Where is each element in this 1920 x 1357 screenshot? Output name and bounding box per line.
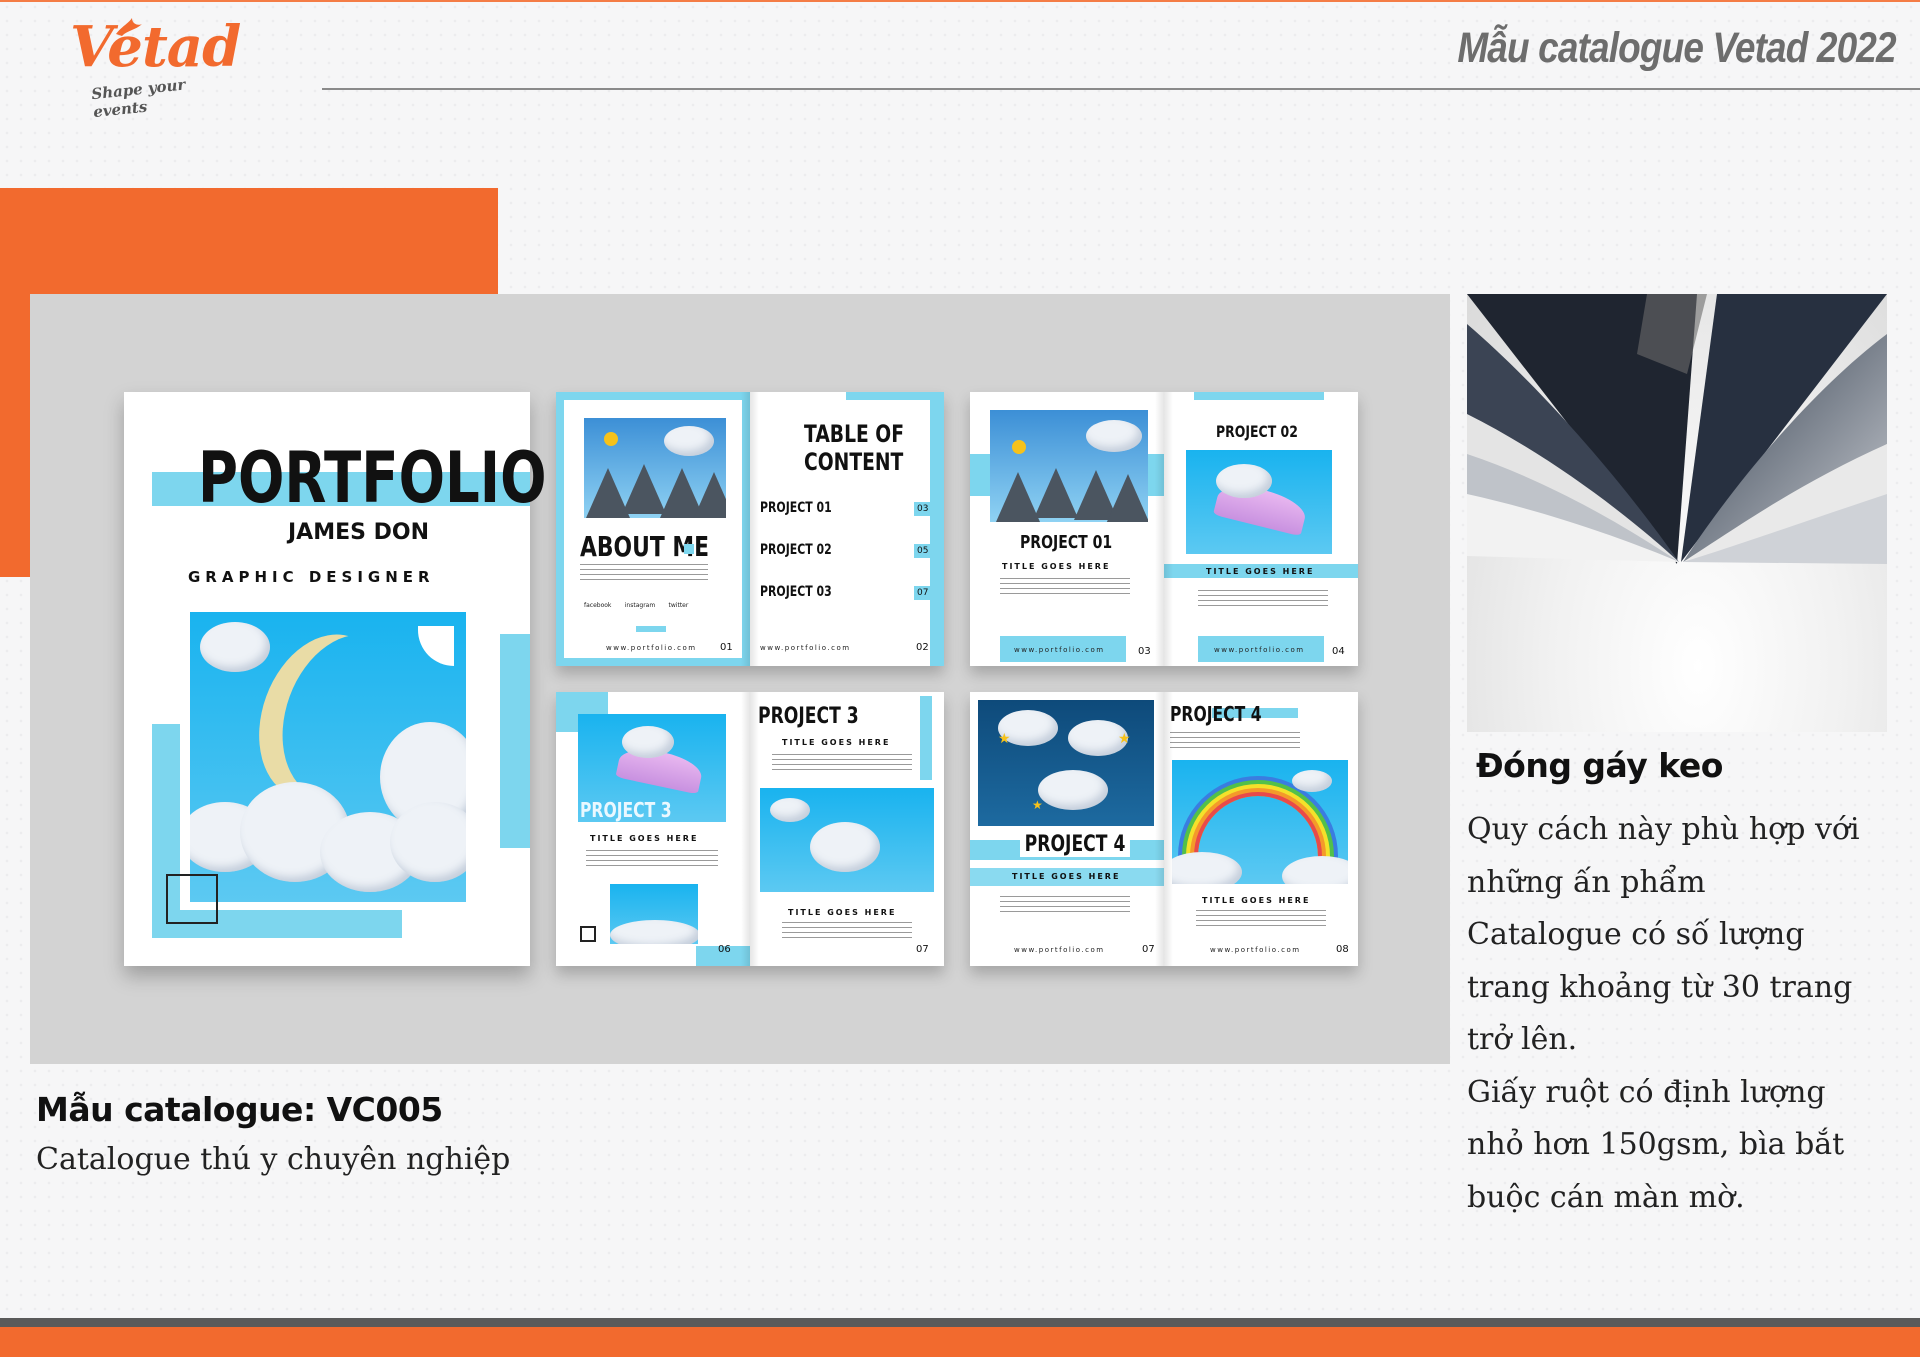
- project01-title: PROJECT 01: [1020, 532, 1113, 553]
- cover-title: PORTFOLIO: [198, 437, 547, 519]
- project3-overlay-title: PROJECT 3: [580, 798, 672, 822]
- page-number: 06: [718, 944, 731, 955]
- glue-binding-photo: [1467, 294, 1887, 732]
- spread2-right-url: www.portfolio.com: [1214, 646, 1305, 654]
- project02-title: PROJECT 02: [1216, 422, 1298, 441]
- project4-left-subtitle-text: TITLE GOES HERE: [1012, 872, 1121, 881]
- toc-item-1: PROJECT 01: [760, 500, 832, 516]
- page-number: 01: [720, 642, 733, 653]
- toc-item-3: PROJECT 03: [760, 584, 832, 600]
- spread4-right-url: www.portfolio.com: [1210, 946, 1301, 954]
- catalogue-title: Mẫu catalogue: VC005: [36, 1090, 443, 1129]
- spread1-left-url: www.portfolio.com: [606, 644, 697, 652]
- header-divider: [322, 88, 1920, 90]
- project3-small-image: [610, 884, 698, 944]
- project02-image: [1186, 450, 1332, 554]
- project01-image: [990, 410, 1148, 522]
- catalogue-subtitle: Catalogue thú y chuyên nghiệp: [36, 1142, 511, 1177]
- top-accent-line: [0, 0, 1920, 2]
- page-number: 08: [1336, 944, 1349, 955]
- square-outline: [580, 926, 596, 942]
- vetad-logo: Vetad Shape your events: [70, 14, 241, 121]
- page-title: Mẫu catalogue Vetad 2022: [1457, 24, 1897, 72]
- cover-moon-image: [190, 612, 466, 902]
- binding-title: Đóng gáy keo: [1476, 746, 1723, 785]
- binding-description: Quy cách này phù hợp với những ấn phẩm C…: [1467, 812, 1860, 1215]
- spread-project-4: ★ ★ ★ PROJECT 4 TITLE GOES HERE TITLE GO…: [970, 692, 1358, 966]
- page-number: 07: [916, 944, 929, 955]
- toc-page-3: 07: [914, 586, 932, 600]
- social-links: facebook instagram twitter: [584, 602, 689, 609]
- cover-square-outline: [166, 874, 218, 924]
- open-book-image: [1467, 294, 1887, 564]
- project01-subtitle: TITLE GOES HERE: [1002, 562, 1111, 571]
- toc-title: TABLE OF CONTENT: [804, 420, 905, 476]
- spread-project-01-02: PROJECT 01 TITLE GOES HERE www.portfolio…: [970, 392, 1358, 666]
- project3-title: PROJECT 3: [758, 704, 859, 729]
- toc-item-2: PROJECT 02: [760, 542, 832, 558]
- cover-name: JAMES DON: [288, 520, 430, 545]
- page-number: 02: [916, 642, 929, 653]
- project4-left-title: PROJECT 4: [1020, 832, 1131, 857]
- cover-cyan-right: [500, 634, 530, 848]
- project3-cloud-image: [760, 788, 934, 892]
- toc-page-2: 05: [914, 544, 932, 558]
- spread-about-toc: ABOUT ME facebook instagram twitter www.…: [556, 392, 944, 666]
- catalogue-cover: PORTFOLIO JAMES DON GRAPHIC DESIGNER: [124, 392, 547, 966]
- toc-page-1: 03: [914, 502, 932, 516]
- project3-right-subtitle-bottom: TITLE GOES HERE: [788, 908, 897, 917]
- page-number: 03: [1138, 646, 1151, 657]
- logo-wordmark: Vetad: [70, 14, 241, 80]
- footer-gray-bar: [0, 1318, 1920, 1327]
- page-number: 04: [1332, 646, 1345, 657]
- about-image: [584, 418, 726, 518]
- project02-subtitle: TITLE GOES HERE: [1206, 567, 1315, 576]
- spread4-left-url: www.portfolio.com: [1014, 946, 1105, 954]
- spread1-right-url: www.portfolio.com: [760, 644, 851, 652]
- project3-left-subtitle: TITLE GOES HERE: [590, 834, 699, 843]
- project4-rainbow-image: [1172, 760, 1348, 884]
- cover-role: GRAPHIC DESIGNER: [188, 568, 435, 586]
- spread-project-3: PROJECT 3 TITLE GOES HERE 06 PROJECT 3 T…: [556, 692, 944, 966]
- spread2-left-url: www.portfolio.com: [1014, 646, 1105, 654]
- project3-right-subtitle-top: TITLE GOES HERE: [782, 738, 891, 747]
- page-number: 07: [1142, 944, 1155, 955]
- footer-orange-bar: [0, 1327, 1920, 1357]
- project4-right-subtitle: TITLE GOES HERE: [1202, 896, 1311, 905]
- project4-right-title: PROJECT 4: [1170, 702, 1262, 726]
- project4-night-image: ★ ★ ★: [978, 700, 1154, 826]
